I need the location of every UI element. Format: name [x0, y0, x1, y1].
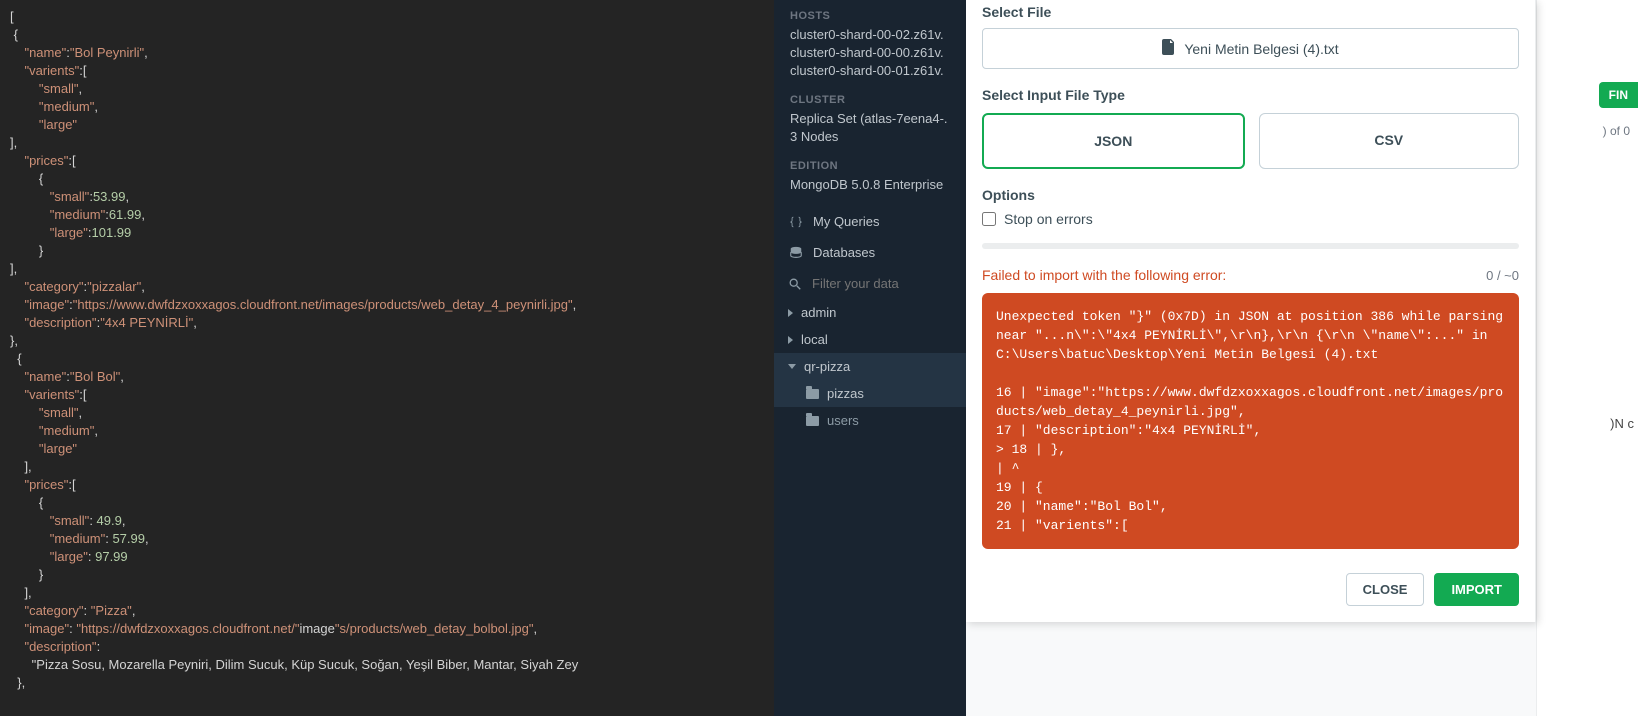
- code-content: [ { "name":"Bol Peynirli", "varients":[ …: [10, 9, 578, 690]
- nav-my-queries[interactable]: My Queries: [774, 206, 966, 237]
- db-label: admin: [801, 305, 836, 320]
- import-modal: Select File Yeni Metin Belgesi (4).txt S…: [966, 0, 1536, 622]
- cluster-label: CLUSTER: [790, 94, 950, 106]
- chevron-down-icon: [788, 364, 796, 369]
- import-progress-bar: [982, 243, 1519, 249]
- filter-row[interactable]: [774, 268, 966, 299]
- stop-on-errors-label: Stop on errors: [1004, 211, 1093, 227]
- collection-label: pizzas: [827, 386, 864, 401]
- main-panel: FIN ) of 0 )N c Select File Yeni Metin B…: [966, 0, 1638, 716]
- select-type-label: Select Input File Type: [982, 87, 1519, 103]
- db-label: local: [801, 332, 828, 347]
- nav-label: Databases: [813, 245, 875, 260]
- search-icon: [788, 276, 802, 291]
- database-icon: [788, 245, 803, 260]
- import-button[interactable]: IMPORT: [1434, 573, 1519, 606]
- file-icon: [1162, 39, 1176, 58]
- file-name: Yeni Metin Belgesi (4).txt: [1184, 41, 1338, 57]
- filetype-csv-button[interactable]: CSV: [1259, 113, 1520, 169]
- folder-icon: [806, 389, 819, 399]
- find-button-fragment[interactable]: FIN: [1599, 82, 1638, 108]
- options-label: Options: [982, 187, 1519, 203]
- edition-label: EDITION: [790, 160, 950, 172]
- content-strip: FIN ) of 0 )N c: [1536, 0, 1638, 716]
- file-select-button[interactable]: Yeni Metin Belgesi (4).txt: [982, 28, 1519, 69]
- braces-icon: [788, 214, 803, 229]
- select-file-label: Select File: [982, 4, 1519, 20]
- filter-input[interactable]: [812, 276, 952, 291]
- host-item: cluster0-shard-00-00.z61v.: [790, 44, 950, 62]
- stop-on-errors-row[interactable]: Stop on errors: [982, 211, 1519, 227]
- nav-databases[interactable]: Databases: [774, 237, 966, 268]
- chevron-right-icon: [788, 336, 793, 344]
- code-editor[interactable]: [ { "name":"Bol Peynirli", "varients":[ …: [0, 0, 774, 716]
- error-details: Unexpected token "}" (0x7D) in JSON at p…: [982, 293, 1519, 549]
- nav-label: My Queries: [813, 214, 879, 229]
- cluster-value: Replica Set (atlas-7eena4-. 3 Nodes: [790, 110, 950, 146]
- collection-pizzas[interactable]: pizzas: [774, 380, 966, 407]
- host-item: cluster0-shard-00-01.z61v.: [790, 62, 950, 80]
- json-label-fragment: )N c: [1610, 416, 1634, 431]
- db-local[interactable]: local: [774, 326, 966, 353]
- compass-sidebar: HOSTS cluster0-shard-00-02.z61v. cluster…: [774, 0, 966, 716]
- chevron-right-icon: [788, 309, 793, 317]
- db-qr-pizza[interactable]: qr-pizza: [774, 353, 966, 380]
- error-message: Failed to import with the following erro…: [982, 267, 1226, 283]
- close-button[interactable]: CLOSE: [1346, 573, 1425, 606]
- filetype-json-button[interactable]: JSON: [982, 113, 1245, 169]
- collection-label: users: [827, 413, 859, 428]
- folder-icon: [806, 416, 819, 426]
- doc-count-fragment: ) of 0: [1603, 124, 1630, 138]
- hosts-label: HOSTS: [790, 10, 950, 22]
- db-label: qr-pizza: [804, 359, 850, 374]
- collection-users[interactable]: users: [774, 407, 966, 434]
- db-admin[interactable]: admin: [774, 299, 966, 326]
- host-item: cluster0-shard-00-02.z61v.: [790, 26, 950, 44]
- error-count: 0 / ~0: [1486, 268, 1519, 283]
- stop-on-errors-checkbox[interactable]: [982, 212, 996, 226]
- edition-value: MongoDB 5.0.8 Enterprise: [790, 176, 950, 194]
